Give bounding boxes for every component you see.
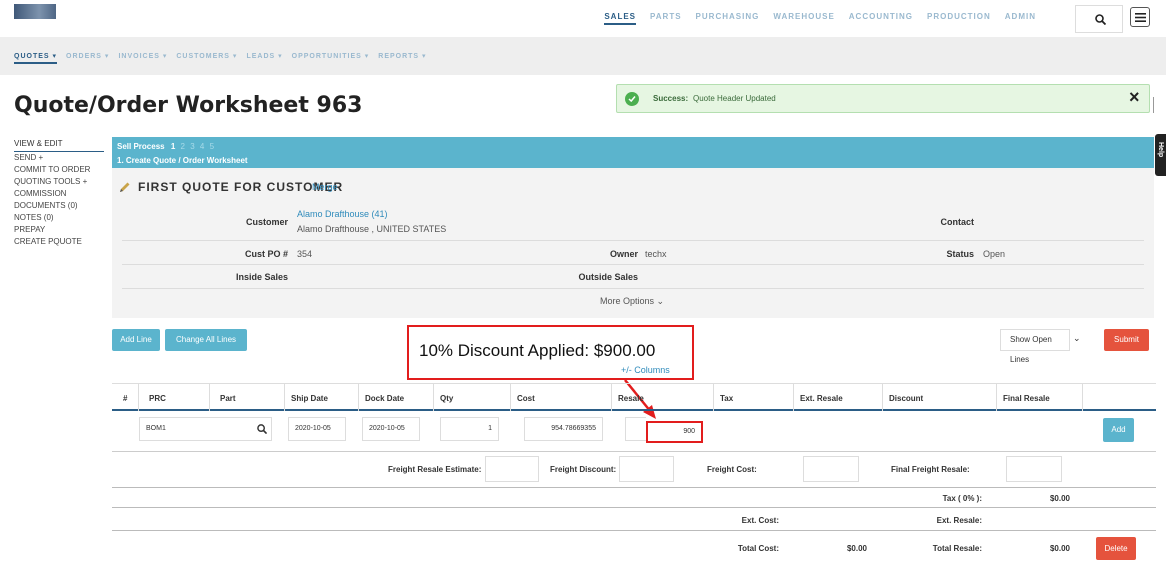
col-final-resale: Final Resale [1003, 394, 1050, 403]
col-dock-date: Dock Date [365, 394, 405, 403]
col-discount: Discount [889, 394, 924, 403]
col-tax: Tax [720, 394, 734, 403]
ext-resale-label: Ext. Resale: [936, 516, 982, 525]
part-input[interactable]: BOM1 [139, 417, 272, 441]
tax-value: $0.00 [1049, 494, 1070, 503]
cost-input[interactable]: 954.78669355 [524, 417, 603, 441]
col-ext-resale: Ext. Resale [800, 394, 843, 403]
add-row-button[interactable]: Add [1103, 418, 1134, 442]
ext-row: Ext. Cost: Ext. Resale: [112, 508, 1156, 531]
lines-table-header: # PRC Part Ship Date Dock Date Qty Cost … [112, 383, 1156, 411]
final-freight-resale-label: Final Freight Resale: [891, 465, 970, 474]
freight-resale-estimate-input[interactable] [485, 456, 539, 482]
qty-input[interactable]: 1 [440, 417, 499, 441]
tax-row: Tax ( 0% ): $0.00 [112, 488, 1156, 508]
tax-label: Tax ( 0% ): [942, 494, 982, 503]
table-row: BOM1 2020-10-05 2020-10-05 1 954.7866935… [112, 411, 1156, 452]
col-qty: Qty [440, 394, 454, 403]
total-cost-value: $0.00 [846, 544, 867, 553]
freight-row: Freight Resale Estimate: Freight Discoun… [112, 452, 1156, 488]
col-cost: Cost [517, 394, 535, 403]
ship-date-input[interactable]: 2020-10-05 [288, 417, 346, 441]
col-number: # [123, 394, 128, 403]
col-ship-date: Ship Date [291, 394, 328, 403]
ext-cost-label: Ext. Cost: [741, 516, 779, 525]
col-part: Part [220, 394, 236, 403]
final-freight-resale-input[interactable] [1006, 456, 1062, 482]
freight-resale-estimate-label: Freight Resale Estimate: [388, 465, 482, 474]
col-resale: Resale [618, 394, 644, 403]
col-prc: PRC [149, 394, 166, 403]
dock-date-input[interactable]: 2020-10-05 [362, 417, 420, 441]
resale-input[interactable]: 900 [646, 421, 703, 443]
freight-cost-label: Freight Cost: [707, 465, 757, 474]
delete-button[interactable]: Delete [1096, 537, 1136, 560]
total-cost-label: Total Cost: [737, 544, 779, 553]
totals-row: Total Cost: $0.00 Total Resale: $0.00 De… [112, 531, 1156, 561]
freight-cost-input[interactable] [803, 456, 859, 482]
total-resale-label: Total Resale: [932, 544, 982, 553]
total-resale-value: $0.00 [1049, 544, 1070, 553]
resale-input-prefix [625, 417, 646, 441]
freight-discount-input[interactable] [619, 456, 674, 482]
freight-discount-label: Freight Discount: [550, 465, 617, 474]
search-icon[interactable] [257, 424, 267, 434]
